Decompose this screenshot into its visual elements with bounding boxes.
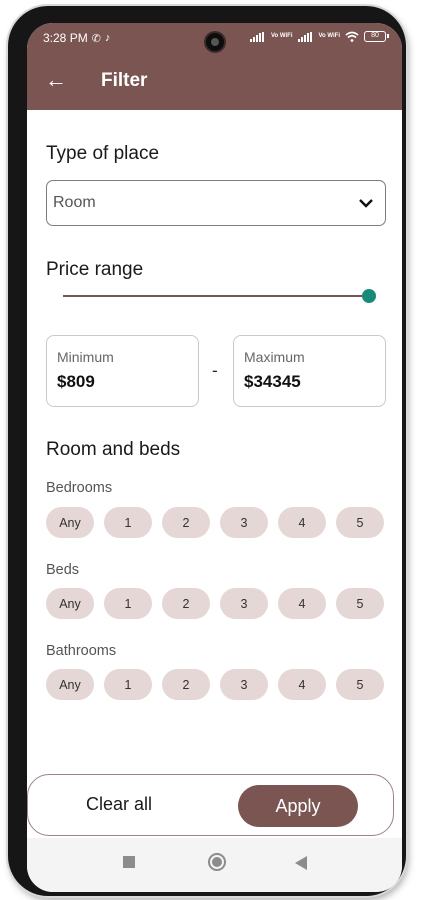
home-icon[interactable]	[208, 853, 226, 871]
bathrooms-2[interactable]: 2	[162, 669, 210, 700]
bathrooms-options: Any 1 2 3 4 5	[46, 669, 384, 700]
chevron-down-icon	[359, 199, 373, 208]
clear-all-button[interactable]: Clear all	[86, 794, 152, 815]
wifi-icon	[345, 31, 359, 42]
status-icons: Vo WiFi Vo WiFi 80	[250, 31, 389, 42]
beds-3[interactable]: 3	[220, 588, 268, 619]
bedrooms-3[interactable]: 3	[220, 507, 268, 538]
slider-thumb[interactable]	[362, 289, 376, 303]
bathrooms-any[interactable]: Any	[46, 669, 94, 700]
bathrooms-label: Bathrooms	[46, 643, 117, 659]
front-camera	[206, 33, 224, 51]
room-and-beds-label: Room and beds	[46, 439, 181, 460]
signal-icon	[250, 31, 266, 42]
bedrooms-any[interactable]: Any	[46, 507, 94, 538]
price-range-label: Price range	[46, 259, 144, 280]
bedrooms-label: Bedrooms	[46, 480, 113, 496]
maximum-label: Maximum	[244, 349, 305, 365]
beds-2[interactable]: 2	[162, 588, 210, 619]
bathrooms-1[interactable]: 1	[104, 669, 152, 700]
slider-track	[63, 295, 369, 297]
music-note-icon: ♪	[104, 32, 111, 44]
beds-4[interactable]: 4	[278, 588, 326, 619]
maximum-value: $34345	[244, 372, 301, 391]
system-nav-bar	[27, 838, 402, 892]
place-type-value: Room	[53, 194, 96, 211]
type-of-place-label: Type of place	[46, 143, 160, 164]
maximum-price-field[interactable]: Maximum $34345	[233, 335, 386, 407]
clock: 3:28 PM	[43, 31, 88, 45]
signal-icon-2	[297, 31, 314, 42]
price-separator: -	[212, 361, 218, 380]
vowifi-label: Vo WiFi	[271, 33, 293, 39]
apply-button[interactable]: Apply	[238, 785, 358, 827]
bathrooms-4[interactable]: 4	[278, 669, 326, 700]
price-slider[interactable]	[63, 289, 376, 303]
bedrooms-4[interactable]: 4	[278, 507, 326, 538]
bedrooms-1[interactable]: 1	[104, 507, 152, 538]
phone-frame: 3:28 PM ✆ ♪ Vo WiFi Vo WiFi 80 ← Filter …	[8, 6, 406, 896]
beds-any[interactable]: Any	[46, 588, 94, 619]
minimum-label: Minimum	[57, 349, 114, 365]
bathrooms-5[interactable]: 5	[336, 669, 384, 700]
vowifi-label-2: Vo WiFi	[318, 33, 341, 39]
back-arrow-icon[interactable]: ←	[45, 68, 67, 92]
battery-icon: 80	[364, 31, 389, 42]
status-time: 3:28 PM ✆ ♪	[43, 31, 110, 45]
app-header: 3:28 PM ✆ ♪ Vo WiFi Vo WiFi 80 ← Filter	[27, 23, 402, 110]
beds-1[interactable]: 1	[104, 588, 152, 619]
beds-options: Any 1 2 3 4 5	[46, 588, 384, 619]
status-bar: 3:28 PM ✆ ♪ Vo WiFi Vo WiFi 80	[27, 29, 402, 51]
bathrooms-3[interactable]: 3	[220, 669, 268, 700]
screen: 3:28 PM ✆ ♪ Vo WiFi Vo WiFi 80 ← Filter …	[27, 23, 402, 892]
beds-5[interactable]: 5	[336, 588, 384, 619]
page-title: Filter	[101, 70, 148, 91]
bedrooms-5[interactable]: 5	[336, 507, 384, 538]
minimum-value: $809	[57, 372, 95, 391]
bedrooms-options: Any 1 2 3 4 5	[46, 507, 384, 538]
back-triangle-icon[interactable]	[295, 856, 307, 870]
place-type-select[interactable]: Room	[46, 180, 386, 226]
recents-icon[interactable]	[123, 856, 135, 868]
phone-icon: ✆	[91, 32, 101, 45]
bedrooms-2[interactable]: 2	[162, 507, 210, 538]
action-footer: Clear all Apply	[27, 774, 394, 836]
beds-label: Beds	[46, 562, 80, 578]
minimum-price-field[interactable]: Minimum $809	[46, 335, 199, 407]
